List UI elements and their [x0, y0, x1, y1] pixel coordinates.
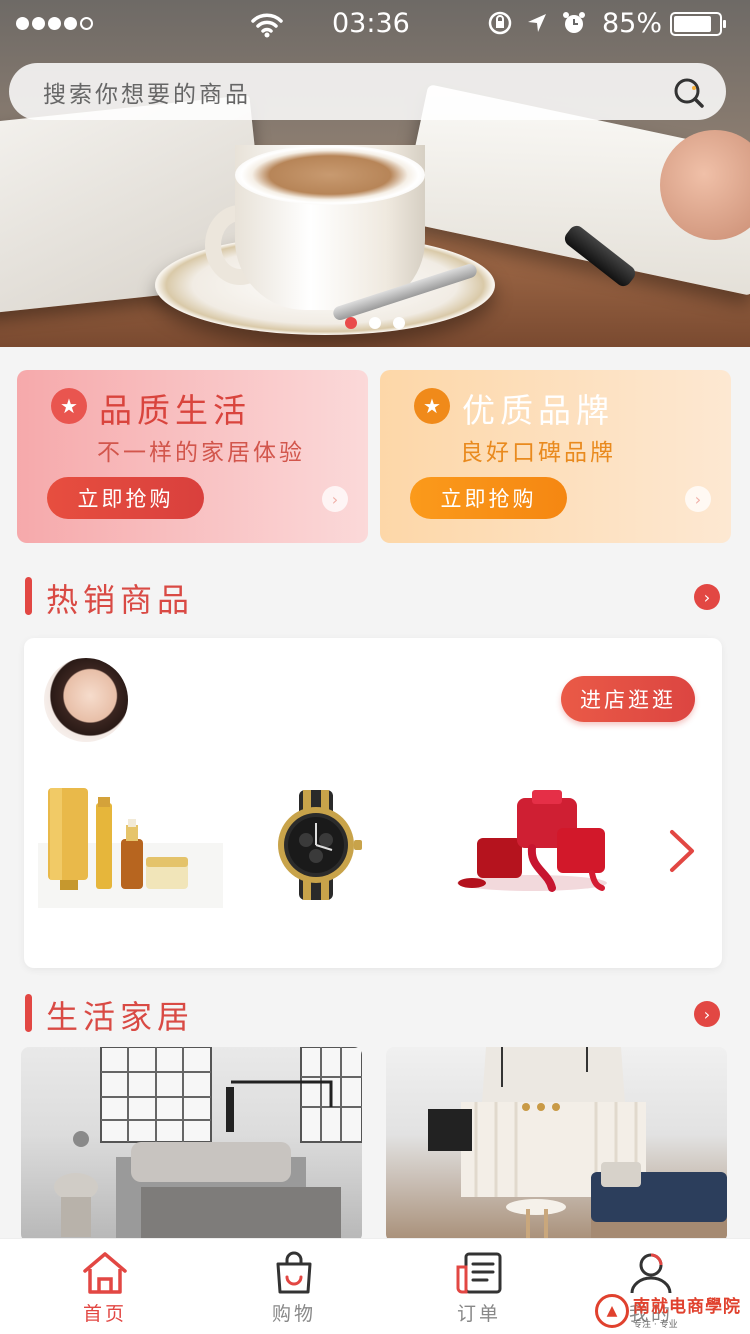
banner-dot-3[interactable] — [393, 317, 405, 329]
buy-now-button[interactable]: 立即抢购 — [410, 477, 567, 519]
tab-shopping[interactable]: 购物 — [234, 1239, 354, 1334]
search-input[interactable]: 搜索你想要的商品 — [43, 75, 251, 109]
search-icon[interactable] — [672, 76, 706, 110]
banner-coffee — [235, 145, 425, 205]
section-header-living: 生活家居 › — [0, 992, 750, 1036]
buy-now-button[interactable]: 立即抢购 — [47, 477, 204, 519]
banner-dot-1[interactable] — [345, 317, 357, 329]
hot-products-card: 进店逛逛 — [24, 638, 722, 968]
nail-polish-product[interactable] — [452, 788, 617, 893]
tab-label: 购物 — [271, 1303, 316, 1325]
location-icon — [528, 14, 546, 32]
section-header-hot: 热销商品 › — [0, 575, 750, 619]
battery-icon — [670, 12, 726, 36]
banner-pagination[interactable] — [345, 317, 405, 329]
watermark-logo: ▲ 南就电商學院 专注 · 专业 — [595, 1288, 750, 1334]
signal-icon — [16, 17, 93, 30]
section-accent-bar — [25, 577, 32, 615]
banner-dot-2[interactable] — [369, 317, 381, 329]
watch-product[interactable] — [269, 790, 364, 900]
tab-home[interactable]: 首页 — [45, 1239, 165, 1334]
chevron-right-icon[interactable]: › — [694, 584, 720, 610]
alarm-icon — [563, 12, 585, 33]
section-title: 热销商品 — [46, 581, 195, 619]
tab-label: 订单 — [456, 1303, 501, 1325]
home-icon — [83, 1252, 127, 1294]
visit-store-button[interactable]: 进店逛逛 — [561, 676, 695, 722]
search-bar[interactable]: 搜索你想要的商品 — [9, 63, 726, 120]
chevron-right-icon[interactable]: › — [685, 486, 711, 512]
promo-subtitle: 不一样的家居体验 — [97, 440, 305, 466]
hero-banner[interactable] — [0, 0, 750, 347]
promo-subtitle: 良好口碑品牌 — [460, 440, 616, 466]
shopping-bag-icon — [276, 1251, 312, 1294]
chevron-right-icon[interactable]: › — [694, 1001, 720, 1027]
tab-label: 首页 — [82, 1303, 127, 1325]
rotation-lock-icon — [488, 11, 512, 35]
watermark-subtitle: 专注 · 专业 — [633, 1320, 678, 1330]
star-icon: ★ — [51, 388, 87, 424]
promo-title: 品质生活 — [99, 391, 251, 430]
star-icon: ★ — [414, 388, 450, 424]
bedroom-image[interactable] — [21, 1047, 362, 1242]
watermark-emblem-icon: ▲ — [595, 1294, 629, 1328]
watermark-title: 南就电商學院 — [633, 1297, 741, 1317]
cosmetics-product[interactable] — [38, 783, 223, 908]
promo-title: 优质品牌 — [462, 391, 614, 430]
wifi-icon — [251, 13, 283, 38]
section-title: 生活家居 — [46, 998, 195, 1036]
chevron-right-icon[interactable]: › — [322, 486, 348, 512]
chevron-right-icon[interactable] — [664, 828, 700, 874]
promo-card-quality-life[interactable]: ★ 品质生活 不一样的家居体验 立即抢购 › — [17, 370, 368, 543]
tab-orders[interactable]: 订单 — [419, 1239, 539, 1334]
store-avatar[interactable] — [44, 658, 128, 742]
battery-percent: 85% — [602, 8, 663, 39]
status-time: 03:36 — [332, 8, 410, 39]
status-bar: 03:36 85% — [0, 0, 750, 50]
promo-card-quality-brand[interactable]: ★ 优质品牌 良好口碑品牌 立即抢购 › — [380, 370, 731, 543]
section-accent-bar — [25, 994, 32, 1032]
living-room-image[interactable] — [386, 1047, 727, 1242]
orders-icon — [456, 1252, 502, 1294]
